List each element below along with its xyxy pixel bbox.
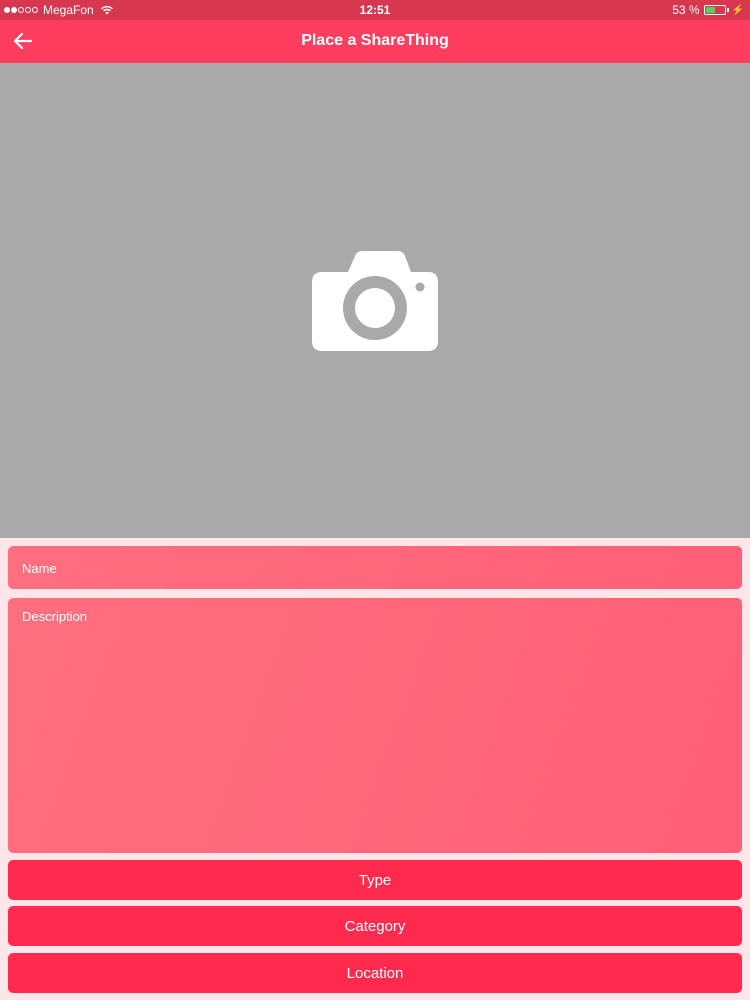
charging-icon: ⚡ [731, 4, 744, 16]
status-right: 53 % ⚡ [672, 0, 744, 20]
add-photo-area[interactable] [0, 63, 750, 538]
status-time: 12:51 [359, 3, 391, 17]
name-placeholder: Name [22, 561, 57, 576]
category-button[interactable]: Category [8, 906, 742, 946]
type-button-label: Type [358, 871, 392, 889]
page-title: Place a ShareThing [301, 32, 449, 49]
location-button[interactable]: Location [8, 953, 742, 993]
status-bar: MegaFon 12:51 53 % ⚡ [0, 0, 750, 20]
description-field[interactable]: Description [8, 598, 742, 853]
battery-icon [703, 5, 726, 15]
location-button-label: Location [346, 964, 404, 982]
name-field[interactable]: Name [8, 546, 742, 589]
description-placeholder: Description [22, 609, 88, 624]
battery-percentage: 53 % [672, 3, 700, 17]
category-button-label: Category [344, 917, 406, 935]
camera-icon [312, 251, 438, 351]
type-button[interactable]: Type [8, 860, 742, 900]
navigation-bar: Place a ShareThing [0, 20, 750, 63]
